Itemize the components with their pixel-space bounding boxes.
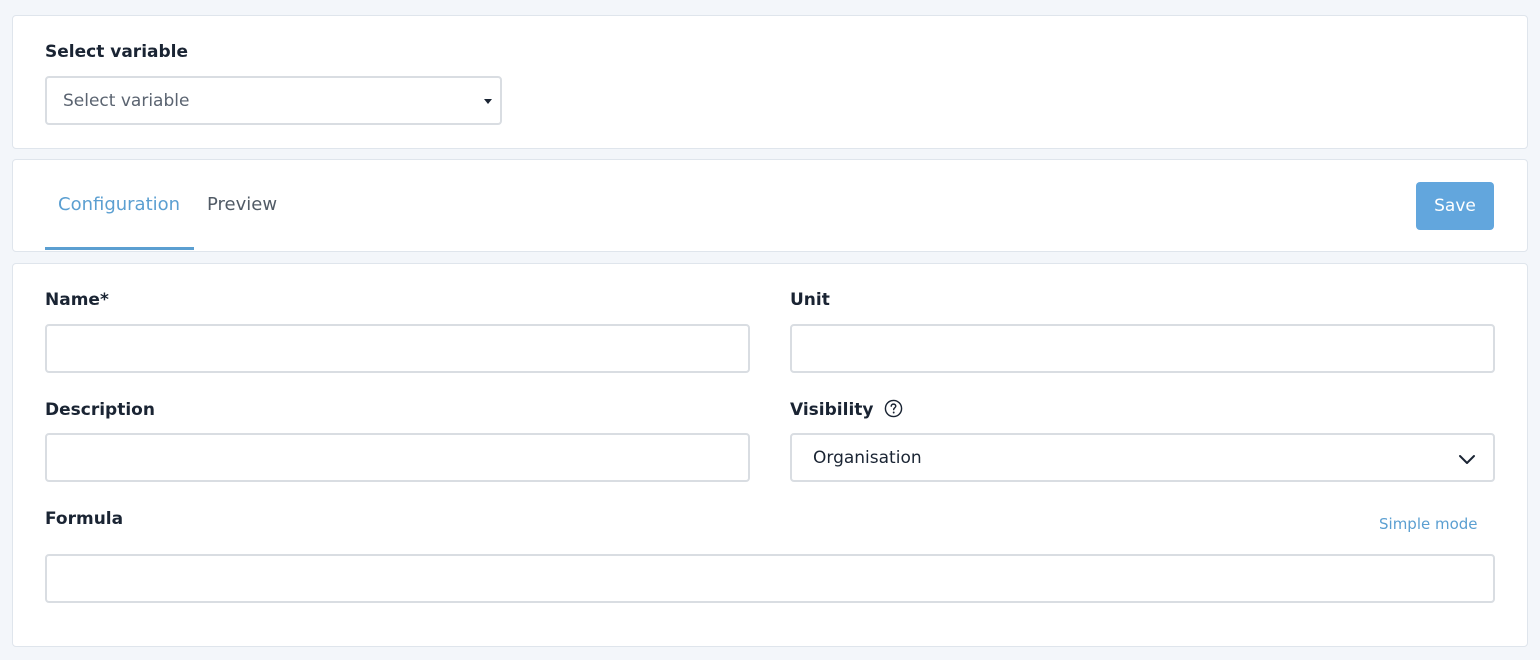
simple-mode-link[interactable]: Simple mode [1379,515,1478,533]
active-tab-indicator [45,247,194,250]
unit-input[interactable] [790,324,1495,373]
variable-select-card: Select variable Select variable [12,15,1528,149]
variable-select-placeholder: Select variable [63,90,190,111]
caret-down-icon [484,98,492,104]
unit-label: Unit [790,290,830,310]
variable-select[interactable]: Select variable [45,76,502,125]
formula-input[interactable] [45,554,1495,603]
tab-preview[interactable]: Preview [207,194,277,215]
tabs-card: Configuration Preview Save [12,159,1528,252]
name-input[interactable] [45,324,750,373]
tab-configuration[interactable]: Configuration [58,194,180,215]
save-button[interactable]: Save [1416,182,1494,230]
variable-form-card: Name* Unit Description Visibility Organi… [12,263,1528,647]
name-label: Name* [45,290,109,310]
question-circle-icon[interactable] [884,399,903,418]
visibility-label: Visibility [790,400,874,420]
description-label: Description [45,400,155,420]
description-input[interactable] [45,433,750,482]
formula-label: Formula [45,509,124,529]
chevron-down-icon [1459,454,1475,464]
visibility-select[interactable]: Organisation [790,433,1495,482]
visibility-selected-value: Organisation [813,447,922,468]
select-variable-label: Select variable [45,42,189,62]
